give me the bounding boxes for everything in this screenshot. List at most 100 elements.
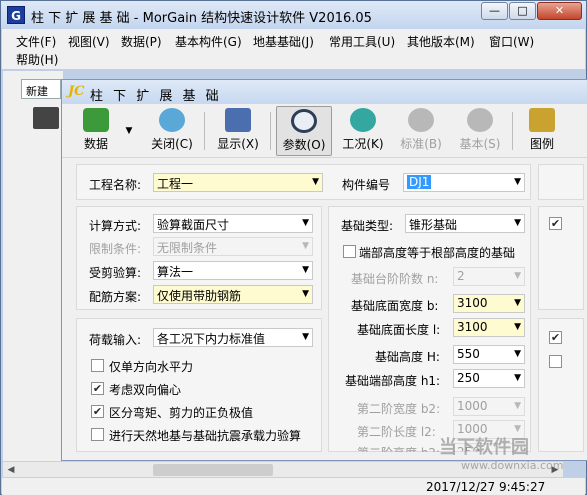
load-select[interactable]: 各工况下内力标准值 ▼ (153, 328, 313, 347)
legend-label: 图例 (529, 137, 554, 151)
found-type-label: 基础类型: (341, 219, 394, 233)
basic-button[interactable]: 基本(S) (454, 106, 506, 156)
end-height-checkbox[interactable] (343, 245, 356, 258)
member-no-label: 构件编号 (342, 178, 391, 192)
opt2-checkbox[interactable]: ✔ (91, 382, 104, 395)
menu-tools[interactable]: 常用工具(U) (329, 33, 395, 50)
found-type-select[interactable]: 锥形基础 ▼ (405, 214, 525, 233)
right-mid-panel: ✔ (538, 206, 584, 310)
opt1-label: 仅单方向水平力 (109, 360, 194, 374)
chevron-down-icon: ▼ (514, 218, 521, 228)
child-title-bar: JC 柱 下 扩 展 基 础 (62, 80, 587, 104)
toolbar-separator (270, 112, 271, 150)
close-doc-button[interactable]: 关闭(C) (146, 106, 198, 156)
length-l-input[interactable]: 3100 ▼ (453, 318, 525, 337)
length-l-value: 3100 (457, 320, 488, 334)
main-window: G 柱 下 扩 展 基 础 - MorGain 结构快速设计软件 V2016.0… (0, 0, 587, 495)
rebar-value: 仅使用带肋钢筋 (157, 289, 242, 303)
condition-button[interactable]: 工况(K) (337, 106, 389, 156)
right-checkbox-3[interactable] (549, 355, 562, 368)
chevron-down-icon: ▼ (302, 218, 309, 228)
limit-select[interactable]: 无限制条件 ▼ (153, 237, 313, 256)
data-button-label: 数据 (83, 137, 108, 151)
chevron-down-icon: ▼ (514, 373, 521, 383)
step2-b2-input[interactable]: 1000 ▼ (453, 397, 525, 416)
printer-icon[interactable] (33, 107, 59, 129)
menu-data[interactable]: 数据(P) (121, 33, 162, 50)
condition-label: 工况(K) (342, 137, 384, 151)
width-b-label: 基础底面宽度 b: (351, 299, 439, 313)
right-checkbox-1[interactable]: ✔ (549, 217, 562, 230)
end-h1-value: 250 (457, 371, 480, 385)
length-l-label: 基础底面长度 l: (357, 323, 441, 337)
steps-select[interactable]: 2 ▼ (453, 267, 525, 286)
width-b-value: 3100 (457, 296, 488, 310)
menu-help[interactable]: 帮助(H) (16, 51, 58, 68)
tab-new[interactable]: 新建 (21, 79, 61, 99)
opt4-checkbox[interactable] (91, 428, 104, 441)
right-checkbox-2[interactable]: ✔ (549, 331, 562, 344)
height-h-input[interactable]: 550 ▼ (453, 345, 525, 364)
calc-method-select[interactable]: 验算截面尺寸 ▼ (153, 214, 313, 233)
limit-label: 限制条件: (89, 242, 142, 256)
window-title: 柱 下 扩 展 基 础 - MorGain 结构快速设计软件 V2016.05 (31, 11, 372, 26)
load-panel: 荷载输入: 各工况下内力标准值 ▼ 仅单方向水平力 ✔ 考虑双向偏心 ✔ 区分弯矩… (76, 318, 322, 452)
chevron-down-icon: ▼ (514, 401, 521, 411)
data-button[interactable]: 数据 (70, 106, 122, 156)
shear-select[interactable]: 算法一 ▼ (153, 261, 313, 280)
toolbar-separator (204, 112, 205, 150)
scroll-thumb[interactable] (153, 464, 273, 476)
calc-method-label: 计算方式: (89, 219, 142, 233)
opt3-label: 区分弯矩、剪力的正负极值 (109, 406, 254, 420)
close-doc-label: 关闭(C) (151, 137, 193, 151)
scroll-left-icon[interactable]: ◀ (3, 463, 19, 477)
foundation-child-window: JC 柱 下 扩 展 基 础 数据 ▼ 关闭(C) 显示(X) 参数(O) 工况… (61, 79, 587, 461)
menu-file[interactable]: 文件(F) (16, 33, 56, 50)
database-icon (83, 108, 109, 132)
menu-basic-members[interactable]: 基本构件(G) (175, 33, 242, 50)
show-label: 显示(X) (217, 137, 259, 151)
data-dropdown-arrow[interactable]: ▼ (122, 126, 136, 140)
limit-value: 无限制条件 (157, 241, 218, 255)
menu-other-versions[interactable]: 其他版本(M) (407, 33, 475, 50)
chevron-down-icon: ▼ (514, 298, 521, 308)
opt2-label: 考虑双向偏心 (109, 383, 182, 397)
menu-view[interactable]: 视图(V) (68, 33, 110, 50)
standard-button[interactable]: 标准(B) (395, 106, 447, 156)
chevron-down-icon: ▼ (302, 289, 309, 299)
menu-window[interactable]: 窗口(W) (489, 33, 534, 50)
legend-button[interactable]: 图例 (520, 106, 564, 156)
opt3-checkbox[interactable]: ✔ (91, 405, 104, 418)
jc-logo-icon: JC (68, 84, 85, 99)
member-no-input[interactable]: DJ1 ▼ (403, 173, 525, 192)
step2-b2-label: 第二阶宽度 b2: (357, 402, 441, 416)
minimize-button[interactable]: — (481, 2, 508, 20)
width-b-input[interactable]: 3100 ▼ (453, 294, 525, 313)
app-icon: G (7, 6, 25, 24)
params-label: 参数(O) (282, 138, 326, 152)
project-name-value: 工程一 (157, 177, 194, 191)
end-h1-input[interactable]: 250 ▼ (453, 369, 525, 388)
rebar-select[interactable]: 仅使用带肋钢筋 ▼ (153, 285, 313, 304)
step2-l2-label: 第二阶长度 l2: (357, 425, 436, 439)
close-button[interactable]: ✕ (537, 2, 582, 20)
height-h-value: 550 (457, 347, 480, 361)
maximize-button[interactable]: □ (509, 2, 536, 20)
opt4-label: 进行天然地基与基础抗震承载力验算 (109, 429, 302, 443)
show-button[interactable]: 显示(X) (212, 106, 264, 156)
steps-label: 基础台阶阶数 n: (351, 272, 439, 286)
end-h1-label: 基础端部高度 h1: (345, 374, 441, 388)
basic-icon (467, 108, 493, 132)
params-button[interactable]: 参数(O) (276, 106, 332, 156)
toolbar-separator (512, 112, 513, 150)
chevron-down-icon: ▼ (514, 177, 521, 187)
project-name-input[interactable]: 工程一 ▼ (153, 173, 323, 192)
watermark-logo: 当下软件园 (439, 437, 529, 458)
opt1-checkbox[interactable] (91, 359, 104, 372)
steps-value: 2 (457, 269, 465, 283)
menu-foundation[interactable]: 地基基础(J) (253, 33, 314, 50)
project-name-label: 工程名称: (89, 178, 142, 192)
right-low-panel: ✔ (538, 318, 584, 452)
status-time: 2017/12/27 9:45:27 (426, 480, 546, 494)
shear-label: 受剪验算: (89, 266, 142, 280)
